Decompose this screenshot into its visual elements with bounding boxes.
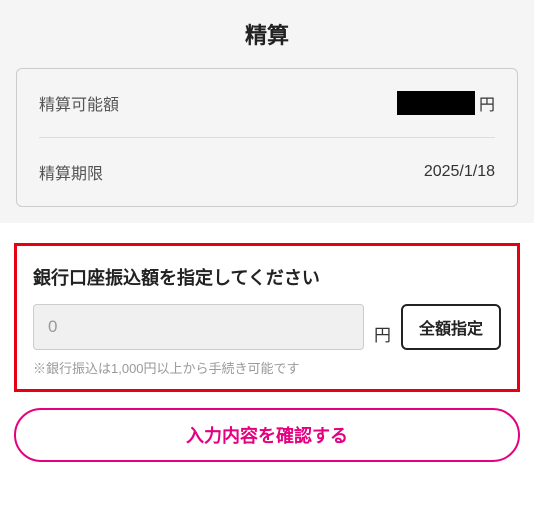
transfer-amount-section: 銀行口座振込額を指定してください 円 全額指定 ※銀行振込は1,000円以上から… — [14, 243, 520, 392]
available-amount-row: 精算可能額 円 — [39, 69, 495, 137]
full-amount-button[interactable]: 全額指定 — [401, 304, 501, 350]
deadline-value: 2025/1/18 — [424, 163, 495, 181]
amount-input[interactable] — [33, 304, 364, 350]
minimum-note: ※銀行振込は1,000円以上から手続き可能です — [33, 358, 501, 377]
redacted-amount — [397, 91, 475, 115]
settlement-info-card: 精算可能額 円 精算期限 2025/1/18 — [16, 68, 518, 207]
summary-section: 精算 精算可能額 円 精算期限 2025/1/18 — [0, 0, 534, 223]
confirm-wrapper: 入力内容を確認する — [0, 408, 534, 462]
page-title: 精算 — [16, 18, 518, 50]
available-amount-label: 精算可能額 — [39, 91, 119, 115]
confirm-button[interactable]: 入力内容を確認する — [14, 408, 520, 462]
deadline-row: 精算期限 2025/1/18 — [39, 137, 495, 206]
currency-unit-label: 円 — [374, 321, 391, 350]
deadline-label: 精算期限 — [39, 160, 103, 184]
currency-unit: 円 — [479, 91, 495, 115]
available-amount-value: 円 — [397, 91, 495, 115]
transfer-heading: 銀行口座振込額を指定してください — [33, 264, 501, 290]
amount-input-row: 円 全額指定 — [33, 304, 501, 350]
